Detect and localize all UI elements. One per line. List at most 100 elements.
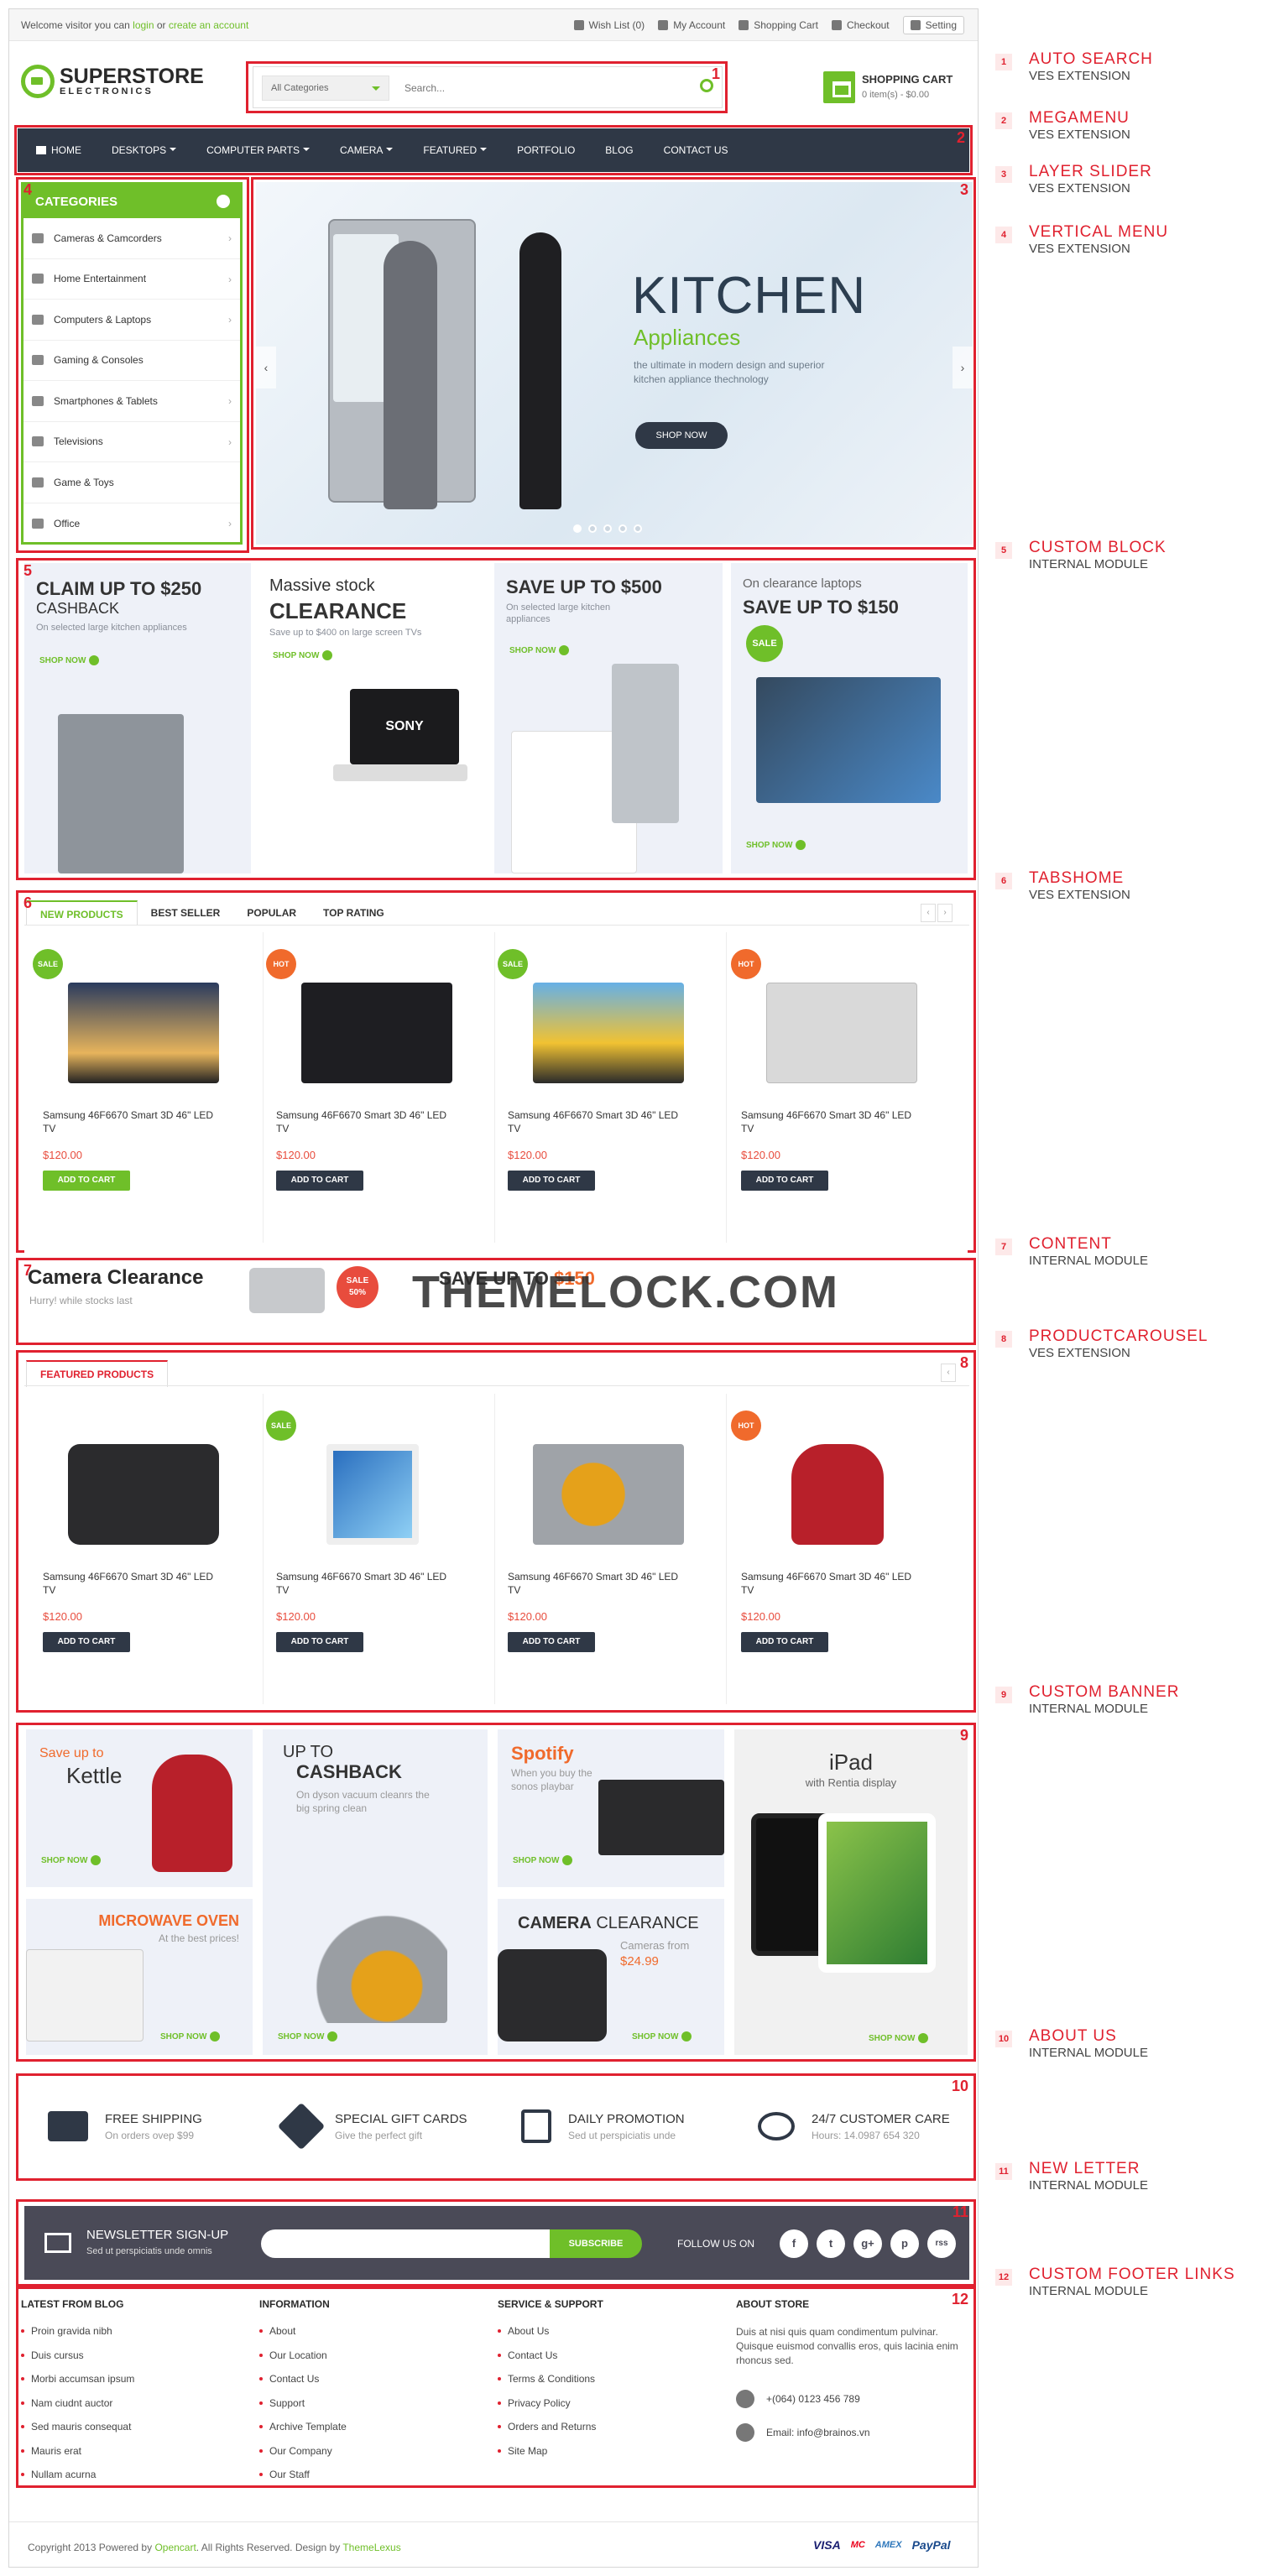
shop-now-link[interactable]: SHOP NOW	[273, 650, 333, 660]
subscribe-button[interactable]: SUBSCRIBE	[550, 2229, 642, 2258]
product-card[interactable]: SALE Samsung 46F6670 Smart 3D 46" LED TV…	[259, 1411, 488, 1713]
footer-link[interactable]: About	[259, 2325, 494, 2337]
slider-prev-arrow[interactable]: ‹	[256, 347, 276, 388]
banner-cashback[interactable]: UP TO CASHBACK On dyson vacuum cleanrs t…	[263, 1729, 488, 2055]
nav-featured[interactable]: FEATURED	[408, 128, 502, 172]
opencart-link[interactable]: Opencart	[154, 2542, 196, 2553]
prev-arrow-icon[interactable]: ‹	[941, 1364, 956, 1382]
category-item-televisions[interactable]: Televisions ›	[23, 422, 240, 462]
slider-dot[interactable]	[619, 524, 627, 533]
category-item-cameras[interactable]: Cameras & Camcorders ›	[23, 218, 240, 259]
tab-new-products[interactable]: NEW PRODUCTS	[26, 900, 138, 926]
add-to-cart-button[interactable]: ADD TO CART	[508, 1171, 595, 1191]
shop-now-link[interactable]: SHOP NOW	[39, 655, 100, 665]
promo-block-cashback[interactable]: CLAIM UP TO $250 CASHBACK On selected la…	[24, 563, 251, 873]
login-link[interactable]: login	[133, 19, 154, 31]
nav-home[interactable]: HOME	[29, 128, 97, 172]
slider-next-arrow[interactable]: ›	[953, 347, 973, 388]
product-card[interactable]: Samsung 46F6670 Smart 3D 46" LED TV $120…	[491, 1411, 719, 1713]
add-to-cart-button[interactable]: ADD TO CART	[43, 1632, 130, 1652]
setting-dropdown[interactable]: Setting	[902, 16, 964, 34]
product-card[interactable]: HOT Samsung 46F6670 Smart 3D 46" LED TV …	[259, 949, 488, 1251]
slider-dot[interactable]	[603, 524, 612, 533]
product-card[interactable]: SALE Samsung 46F6670 Smart 3D 46" LED TV…	[26, 949, 254, 1251]
logo[interactable]: SUPERSTORE ELECTRONICS	[21, 65, 204, 98]
footer-link[interactable]: Contact Us	[259, 2373, 494, 2385]
shop-now-link[interactable]: SHOP NOW	[41, 1855, 102, 1865]
tab-popular[interactable]: POPULAR	[233, 900, 310, 926]
promo-block-laptops[interactable]: On clearance laptops SAVE UP TO $150 SAL…	[731, 563, 968, 873]
facebook-icon[interactable]: f	[780, 2229, 808, 2258]
banner-camera[interactable]: CAMERA CLEARANCE Cameras from $24.99 SHO…	[498, 1899, 724, 2055]
nav-camera[interactable]: CAMERA	[325, 128, 408, 172]
category-item-gaming[interactable]: Gaming & Consoles	[23, 341, 240, 381]
shop-now-link[interactable]: SHOP NOW	[746, 840, 806, 850]
slider-dot[interactable]	[573, 524, 582, 533]
add-to-cart-button[interactable]: ADD TO CART	[276, 1171, 363, 1191]
footer-link[interactable]: About Us	[498, 2325, 733, 2337]
product-card[interactable]: Samsung 46F6670 Smart 3D 46" LED TV $120…	[26, 1411, 254, 1713]
slider-dot[interactable]	[588, 524, 597, 533]
footer-link[interactable]: Proin gravida nibh	[21, 2325, 256, 2337]
twitter-icon[interactable]: t	[817, 2229, 845, 2258]
product-name[interactable]: Samsung 46F6670 Smart 3D 46" LED TV	[741, 1570, 926, 1597]
shop-now-link[interactable]: SHOP NOW	[160, 2031, 221, 2042]
checkout-link[interactable]: Checkout	[831, 19, 890, 31]
product-name[interactable]: Samsung 46F6670 Smart 3D 46" LED TV	[276, 1108, 461, 1135]
newsletter-email-input[interactable]	[261, 2229, 563, 2258]
footer-link[interactable]: Support	[259, 2397, 494, 2409]
footer-link[interactable]: Terms & Conditions	[498, 2373, 733, 2385]
product-card[interactable]: HOT Samsung 46F6670 Smart 3D 46" LED TV …	[724, 1411, 953, 1713]
category-item-computers[interactable]: Computers & Laptops ›	[23, 300, 240, 341]
tab-featured-products[interactable]: FEATURED PRODUCTS	[26, 1360, 169, 1387]
promo-block-save500[interactable]: SAVE UP TO $500 On selected large kitche…	[494, 563, 723, 873]
my-account-link[interactable]: My Account	[658, 19, 725, 31]
product-name[interactable]: Samsung 46F6670 Smart 3D 46" LED TV	[276, 1570, 461, 1597]
tab-best-seller[interactable]: BEST SELLER	[138, 900, 234, 926]
banner-ipad[interactable]: iPad with Rentia display SHOP NOW	[734, 1729, 968, 2055]
product-name[interactable]: Samsung 46F6670 Smart 3D 46" LED TV	[43, 1108, 227, 1135]
footer-link[interactable]: Our Company	[259, 2445, 494, 2457]
pinterest-icon[interactable]: p	[890, 2229, 919, 2258]
footer-link[interactable]: Contact Us	[498, 2349, 733, 2361]
shop-now-link[interactable]: SHOP NOW	[869, 2033, 929, 2043]
next-arrow-icon[interactable]: ›	[937, 904, 953, 922]
wishlist-link[interactable]: Wish List (0)	[573, 19, 645, 31]
tab-top-rating[interactable]: TOP RATING	[310, 900, 398, 926]
add-to-cart-button[interactable]: ADD TO CART	[741, 1171, 828, 1191]
footer-link[interactable]: Site Map	[498, 2445, 733, 2457]
shop-now-link[interactable]: SHOP NOW	[278, 2031, 338, 2042]
footer-link[interactable]: Sed mauris consequat	[21, 2421, 256, 2433]
nav-contact[interactable]: CONTACT US	[649, 128, 744, 172]
slider-dot[interactable]	[634, 524, 642, 533]
promo-block-clearance[interactable]: Massive stock CLEARANCE Save up to $400 …	[258, 563, 488, 873]
banner-spotify[interactable]: Spotify When you buy the sonos playbar S…	[498, 1729, 724, 1887]
shopping-cart-link[interactable]: Shopping Cart	[739, 19, 818, 31]
shop-now-link[interactable]: SHOP NOW	[509, 645, 570, 655]
product-name[interactable]: Samsung 46F6670 Smart 3D 46" LED TV	[741, 1108, 926, 1135]
footer-link[interactable]: Nullam acurna	[21, 2469, 256, 2480]
product-card[interactable]: SALE Samsung 46F6670 Smart 3D 46" LED TV…	[491, 949, 719, 1251]
search-input[interactable]	[396, 76, 698, 101]
slider-shop-now-button[interactable]: SHOP NOW	[635, 422, 728, 449]
rss-icon[interactable]: rss	[927, 2229, 956, 2258]
google-plus-icon[interactable]: g+	[853, 2229, 882, 2258]
footer-link[interactable]: Orders and Returns	[498, 2421, 733, 2433]
footer-link[interactable]: Privacy Policy	[498, 2397, 733, 2409]
create-account-link[interactable]: create an account	[169, 19, 248, 31]
category-item-home-entertainment[interactable]: Home Entertainment ›	[23, 259, 240, 300]
shop-now-link[interactable]: SHOP NOW	[632, 2031, 692, 2042]
product-name[interactable]: Samsung 46F6670 Smart 3D 46" LED TV	[43, 1570, 227, 1597]
categories-header[interactable]: CATEGORIES	[23, 185, 240, 218]
shop-now-link[interactable]: SHOP NOW	[513, 1855, 573, 1865]
nav-computer-parts[interactable]: COMPUTER PARTS	[191, 128, 325, 172]
add-to-cart-button[interactable]: ADD TO CART	[741, 1632, 828, 1652]
add-to-cart-button[interactable]: ADD TO CART	[43, 1171, 130, 1191]
category-item-office[interactable]: Office ›	[23, 503, 240, 545]
product-card[interactable]: HOT Samsung 46F6670 Smart 3D 46" LED TV …	[724, 949, 953, 1251]
themelexus-link[interactable]: ThemeLexus	[342, 2542, 400, 2553]
product-name[interactable]: Samsung 46F6670 Smart 3D 46" LED TV	[508, 1108, 692, 1135]
add-to-cart-button[interactable]: ADD TO CART	[508, 1632, 595, 1652]
add-to-cart-button[interactable]: ADD TO CART	[276, 1632, 363, 1652]
product-name[interactable]: Samsung 46F6670 Smart 3D 46" LED TV	[508, 1570, 692, 1597]
